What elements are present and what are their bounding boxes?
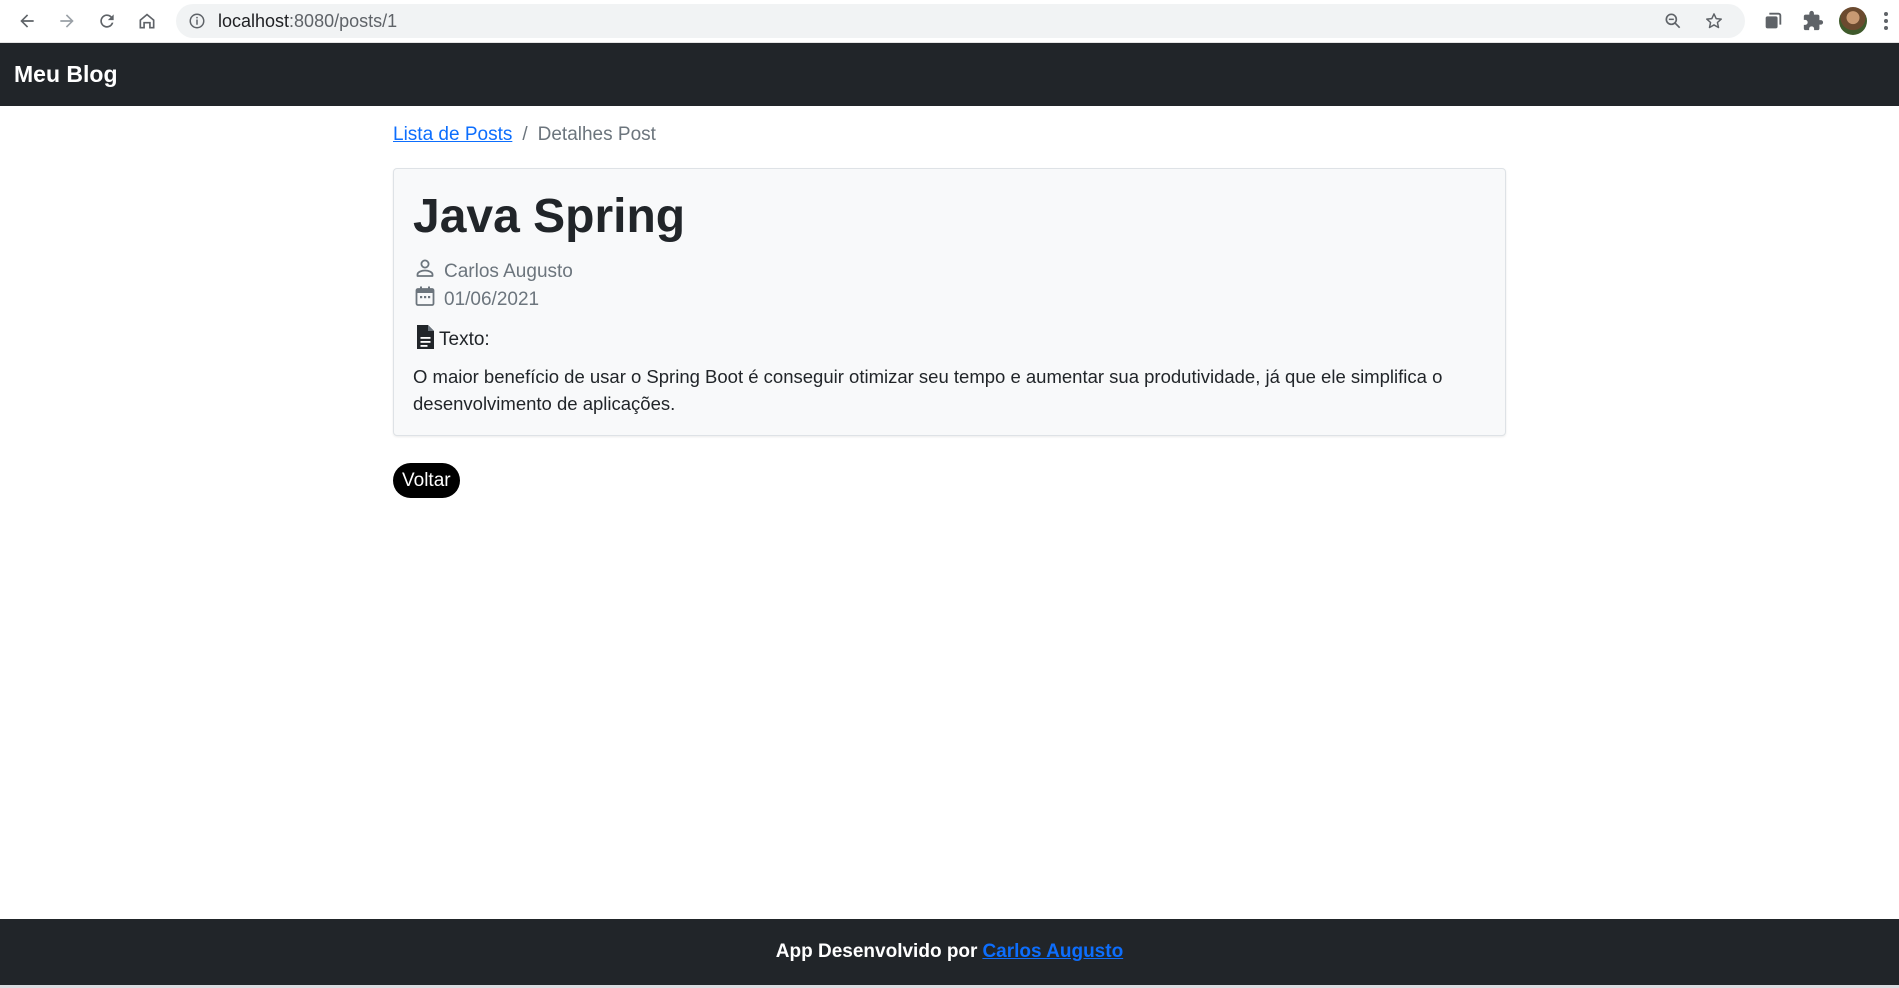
- footer-author-link[interactable]: Carlos Augusto: [982, 941, 1123, 963]
- browser-toolbar: localhost:8080/posts/1: [0, 0, 1899, 43]
- post-date-row: 01/06/2021: [413, 286, 1486, 311]
- brand-link[interactable]: Meu Blog: [14, 43, 118, 106]
- menu-icon[interactable]: [1879, 10, 1893, 32]
- app-navbar: Meu Blog: [0, 43, 1899, 106]
- tab-search-icon[interactable]: [1762, 10, 1784, 32]
- star-icon[interactable]: [1704, 11, 1724, 31]
- post-text-label: Texto:: [439, 329, 490, 350]
- main-container: Lista de Posts / Detalhes Post Java Spri…: [393, 106, 1506, 498]
- footer-text: App Desenvolvido por: [775, 941, 978, 962]
- document-icon: [417, 325, 434, 349]
- post-author: Carlos Augusto: [444, 261, 573, 282]
- post-text-label-row: Texto:: [413, 323, 1486, 351]
- person-icon: [416, 259, 434, 277]
- breadcrumb-current: Detalhes Post: [537, 124, 656, 145]
- app-footer: App Desenvolvido por Carlos Augusto: [0, 919, 1899, 985]
- address-bar[interactable]: localhost:8080/posts/1: [176, 4, 1745, 38]
- reload-icon[interactable]: [92, 6, 122, 36]
- breadcrumb: Lista de Posts / Detalhes Post: [393, 122, 1506, 148]
- post-date: 01/06/2021: [444, 289, 540, 310]
- url-text[interactable]: localhost:8080/posts/1: [218, 4, 397, 38]
- extensions-icon[interactable]: [1802, 10, 1824, 32]
- back-button[interactable]: Voltar: [393, 463, 460, 498]
- forward-icon[interactable]: [52, 6, 82, 36]
- post-card: Java Spring Carlos Augusto 01/06/2021 Te…: [393, 168, 1506, 436]
- post-title: Java Spring: [413, 190, 686, 243]
- profile-avatar[interactable]: [1839, 7, 1867, 35]
- post-body: O maior benefício de usar o Spring Boot …: [413, 366, 1443, 414]
- calendar-icon: [415, 286, 435, 306]
- post-author-row: Carlos Augusto: [413, 259, 1486, 283]
- info-icon[interactable]: [188, 12, 206, 30]
- breadcrumb-posts-link[interactable]: Lista de Posts: [393, 124, 512, 146]
- zoom-icon[interactable]: [1663, 11, 1683, 31]
- breadcrumb-separator: /: [522, 124, 528, 145]
- back-icon[interactable]: [12, 6, 42, 36]
- home-icon[interactable]: [132, 6, 162, 36]
